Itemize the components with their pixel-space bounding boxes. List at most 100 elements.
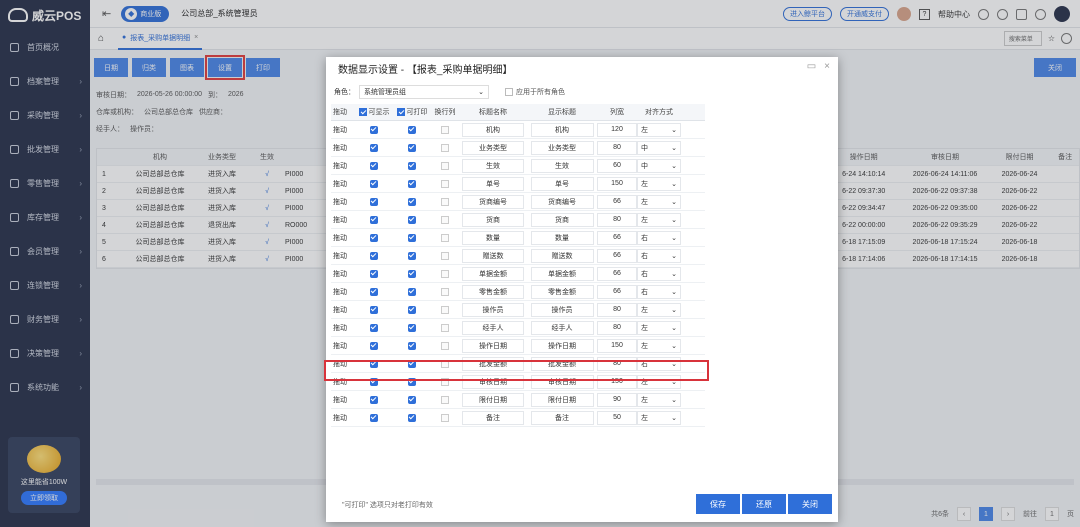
printable-all-checkbox[interactable] xyxy=(396,108,405,116)
settings-row[interactable]: 拖动 操作员 操作员 80 左 ⌄ xyxy=(331,301,705,319)
visible-all-checkbox[interactable] xyxy=(358,108,367,116)
display-title-input[interactable]: 备注 xyxy=(530,410,594,425)
drag-handle[interactable]: 拖动 xyxy=(331,359,355,369)
display-title-input[interactable]: 单据金额 xyxy=(530,266,594,281)
printable-checkbox[interactable] xyxy=(408,197,416,206)
drag-handle[interactable]: 拖动 xyxy=(331,287,355,297)
align-select[interactable]: 左 ⌄ xyxy=(637,338,681,353)
printable-checkbox[interactable] xyxy=(408,161,416,170)
width-input[interactable]: 50 xyxy=(597,410,637,425)
dialog-close-button[interactable]: 关闭 xyxy=(788,494,832,514)
drag-handle[interactable]: 拖动 xyxy=(331,305,355,315)
align-select[interactable]: 右 ⌄ xyxy=(637,248,681,263)
width-input[interactable]: 66 xyxy=(597,266,637,281)
drag-handle[interactable]: 拖动 xyxy=(331,233,355,243)
drag-handle[interactable]: 拖动 xyxy=(331,323,355,333)
wrap-checkbox[interactable] xyxy=(441,197,449,206)
align-select[interactable]: 左 ⌄ xyxy=(637,212,681,227)
role-select[interactable]: 系统管理员组 ⌄ xyxy=(359,85,489,99)
save-button[interactable]: 保存 xyxy=(696,494,740,514)
printable-checkbox[interactable] xyxy=(408,323,416,332)
drag-handle[interactable]: 拖动 xyxy=(331,377,355,387)
drag-handle[interactable]: 拖动 xyxy=(331,341,355,351)
width-input[interactable]: 80 xyxy=(597,302,637,317)
printable-checkbox[interactable] xyxy=(408,143,416,152)
visible-checkbox[interactable] xyxy=(370,197,378,206)
width-input[interactable]: 120 xyxy=(597,122,637,137)
header-printable[interactable]: 可打印 xyxy=(393,107,431,117)
settings-row[interactable]: 拖动 数量 数量 66 右 ⌄ xyxy=(331,229,705,247)
visible-checkbox[interactable] xyxy=(370,143,378,152)
wrap-checkbox[interactable] xyxy=(441,215,449,224)
apply-all-roles[interactable]: 应用于所有角色 xyxy=(505,87,565,97)
printable-checkbox[interactable] xyxy=(408,251,416,260)
printable-checkbox[interactable] xyxy=(408,359,416,368)
settings-row[interactable]: 拖动 单号 单号 150 左 ⌄ xyxy=(331,175,705,193)
wrap-checkbox[interactable] xyxy=(441,413,449,422)
settings-row[interactable]: 拖动 货商 货商 80 左 ⌄ xyxy=(331,211,705,229)
display-title-input[interactable]: 审核日期 xyxy=(530,374,594,389)
align-select[interactable]: 右 ⌄ xyxy=(637,230,681,245)
wrap-checkbox[interactable] xyxy=(441,323,449,332)
visible-checkbox[interactable] xyxy=(370,233,378,242)
header-visible[interactable]: 可显示 xyxy=(355,107,393,117)
align-select[interactable]: 左 ⌄ xyxy=(637,410,681,425)
display-title-input[interactable]: 机构 xyxy=(530,122,594,137)
drag-handle[interactable]: 拖动 xyxy=(331,269,355,279)
display-title-input[interactable]: 货商编号 xyxy=(530,194,594,209)
minimize-icon[interactable]: ▭ xyxy=(807,61,816,72)
printable-checkbox[interactable] xyxy=(408,269,416,278)
wrap-checkbox[interactable] xyxy=(441,179,449,188)
display-title-input[interactable]: 数量 xyxy=(530,230,594,245)
settings-row[interactable]: 拖动 赠送数 赠送数 66 右 ⌄ xyxy=(331,247,705,265)
wrap-checkbox[interactable] xyxy=(441,359,449,368)
width-input[interactable]: 66 xyxy=(597,230,637,245)
display-title-input[interactable]: 批发金额 xyxy=(530,356,594,371)
align-select[interactable]: 左 ⌄ xyxy=(637,122,681,137)
settings-row[interactable]: 拖动 审核日期 审核日期 150 左 ⌄ xyxy=(331,373,705,391)
display-title-input[interactable]: 业务类型 xyxy=(530,140,594,155)
display-title-input[interactable]: 单号 xyxy=(530,176,594,191)
drag-handle[interactable]: 拖动 xyxy=(331,161,355,171)
align-select[interactable]: 左 ⌄ xyxy=(637,374,681,389)
visible-checkbox[interactable] xyxy=(370,377,378,386)
printable-checkbox[interactable] xyxy=(408,179,416,188)
visible-checkbox[interactable] xyxy=(370,287,378,296)
width-input[interactable]: 66 xyxy=(597,248,637,263)
visible-checkbox[interactable] xyxy=(370,179,378,188)
printable-checkbox[interactable] xyxy=(408,287,416,296)
settings-row[interactable]: 拖动 操作日期 操作日期 150 左 ⌄ xyxy=(331,337,705,355)
visible-checkbox[interactable] xyxy=(370,305,378,314)
align-select[interactable]: 中 ⌄ xyxy=(637,140,681,155)
printable-checkbox[interactable] xyxy=(408,395,416,404)
display-title-input[interactable]: 经手人 xyxy=(530,320,594,335)
align-select[interactable]: 右 ⌄ xyxy=(637,266,681,281)
wrap-checkbox[interactable] xyxy=(441,269,449,278)
settings-row[interactable]: 拖动 经手人 经手人 80 左 ⌄ xyxy=(331,319,705,337)
wrap-checkbox[interactable] xyxy=(441,305,449,314)
settings-row[interactable]: 拖动 限付日期 限付日期 90 左 ⌄ xyxy=(331,391,705,409)
drag-handle[interactable]: 拖动 xyxy=(331,251,355,261)
drag-handle[interactable]: 拖动 xyxy=(331,395,355,405)
display-title-input[interactable]: 操作员 xyxy=(530,302,594,317)
visible-checkbox[interactable] xyxy=(370,413,378,422)
align-select[interactable]: 左 ⌄ xyxy=(637,302,681,317)
settings-row[interactable]: 拖动 机构 机构 120 左 ⌄ xyxy=(331,121,705,139)
settings-row[interactable]: 拖动 业务类型 业务类型 80 中 ⌄ xyxy=(331,139,705,157)
settings-row[interactable]: 拖动 备注 备注 50 左 ⌄ xyxy=(331,409,705,427)
printable-checkbox[interactable] xyxy=(408,305,416,314)
printable-checkbox[interactable] xyxy=(408,413,416,422)
align-select[interactable]: 左 ⌄ xyxy=(637,320,681,335)
width-input[interactable]: 80 xyxy=(597,212,637,227)
visible-checkbox[interactable] xyxy=(370,215,378,224)
align-select[interactable]: 中 ⌄ xyxy=(637,158,681,173)
settings-row[interactable]: 拖动 生效 生效 60 中 ⌄ xyxy=(331,157,705,175)
settings-row[interactable]: 拖动 零售金额 零售金额 66 右 ⌄ xyxy=(331,283,705,301)
printable-checkbox[interactable] xyxy=(408,215,416,224)
display-title-input[interactable]: 货商 xyxy=(530,212,594,227)
printable-checkbox[interactable] xyxy=(408,377,416,386)
printable-checkbox[interactable] xyxy=(408,341,416,350)
wrap-checkbox[interactable] xyxy=(441,233,449,242)
display-title-input[interactable]: 操作日期 xyxy=(530,338,594,353)
drag-handle[interactable]: 拖动 xyxy=(331,179,355,189)
